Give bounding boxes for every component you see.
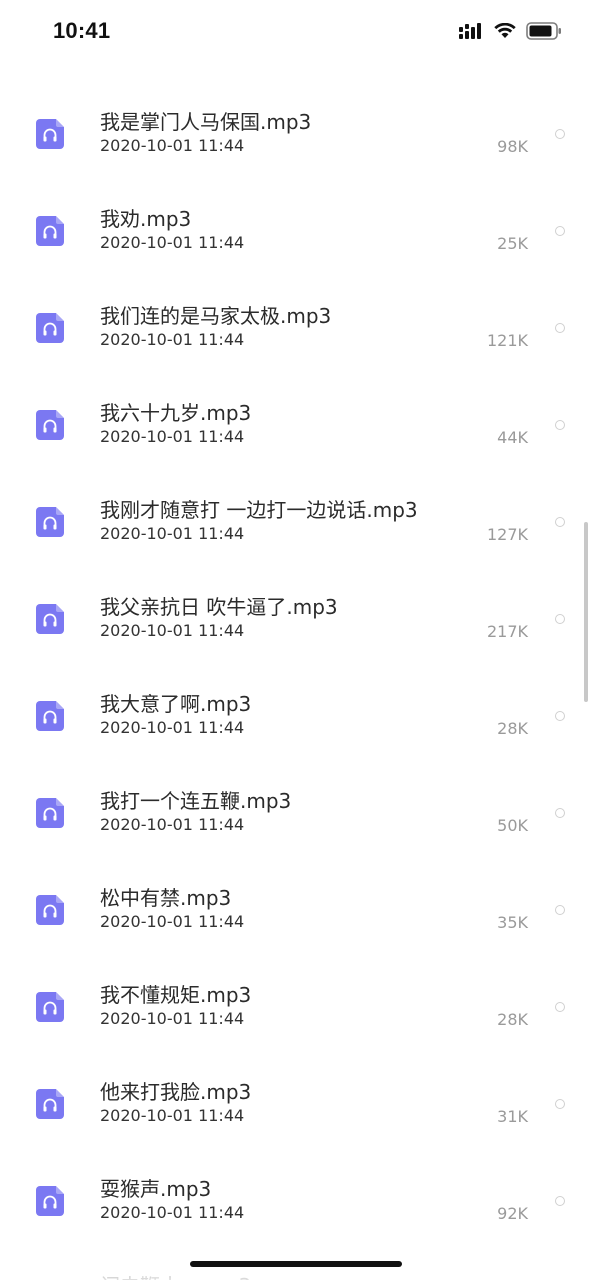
file-row[interactable]: 我劝.mp3 2020-10-01 11:44 25K	[0, 163, 592, 260]
file-size: 217K	[486, 622, 528, 641]
file-name: 我刚才随意打 一边打一边说话.mp3	[100, 498, 418, 522]
file-row[interactable]: 我们连的是马家太极.mp3 2020-10-01 11:44 121K	[0, 260, 592, 357]
file-name: 松中有禁.mp3	[100, 886, 232, 910]
file-date: 2020-10-01 11:44	[100, 233, 245, 252]
file-row[interactable]: 闪电鞭十一.mp3	[0, 1230, 592, 1280]
file-date: 2020-10-01 11:44	[100, 718, 245, 737]
audio-file-icon	[36, 992, 64, 1022]
select-radio[interactable]	[555, 1099, 565, 1109]
audio-file-icon	[36, 798, 64, 828]
audio-file-icon	[36, 507, 64, 537]
file-row[interactable]: 我是掌门人马保国.mp3 2020-10-01 11:44 98K	[0, 66, 592, 163]
file-row[interactable]: 松中有禁.mp3 2020-10-01 11:44 35K	[0, 842, 592, 939]
file-date: 2020-10-01 11:44	[100, 136, 245, 155]
file-date: 2020-10-01 11:44	[100, 330, 245, 349]
file-size: 44K	[497, 428, 528, 447]
file-name: 我父亲抗日 吹牛逼了.mp3	[100, 595, 338, 619]
select-radio[interactable]	[555, 1002, 565, 1012]
file-date: 2020-10-01 11:44	[100, 621, 245, 640]
file-name: 我大意了啊.mp3	[100, 692, 252, 716]
file-row[interactable]: 他来打我脸.mp3 2020-10-01 11:44 31K	[0, 1036, 592, 1133]
file-size: 121K	[486, 331, 528, 350]
audio-file-icon	[36, 604, 64, 634]
file-size: 28K	[497, 719, 528, 738]
select-radio[interactable]	[555, 808, 565, 818]
select-radio[interactable]	[555, 614, 565, 624]
select-radio[interactable]	[555, 517, 565, 527]
file-date: 2020-10-01 11:44	[100, 427, 245, 446]
wifi-icon	[494, 23, 516, 38]
file-size: 50K	[497, 816, 528, 835]
audio-file-icon	[36, 1089, 64, 1119]
file-row[interactable]: 我六十九岁.mp3 2020-10-01 11:44 44K	[0, 357, 592, 454]
status-icons	[458, 22, 562, 40]
battery-icon	[526, 22, 561, 40]
file-row[interactable]: 我不懂规矩.mp3 2020-10-01 11:44 28K	[0, 939, 592, 1036]
select-radio[interactable]	[555, 420, 565, 430]
file-list[interactable]: 我是掌门人马保国.mp3 2020-10-01 11:44 98K 我劝.mp3 202…	[0, 66, 592, 1280]
file-date: 2020-10-01 11:44	[100, 1009, 245, 1028]
audio-file-icon	[36, 119, 64, 149]
file-date: 2020-10-01 11:44	[100, 1203, 245, 1222]
file-name: 我不懂规矩.mp3	[100, 983, 252, 1007]
file-date: 2020-10-01 11:44	[100, 524, 245, 543]
select-radio[interactable]	[555, 905, 565, 915]
file-name: 我是掌门人马保国.mp3	[100, 110, 312, 134]
file-size: 28K	[497, 1010, 528, 1029]
file-size: 25K	[497, 234, 528, 253]
select-radio[interactable]	[555, 129, 565, 139]
file-row[interactable]: 我刚才随意打 一边打一边说话.mp3 2020-10-01 11:44 127K	[0, 454, 592, 551]
home-indicator[interactable]	[190, 1261, 402, 1267]
select-radio[interactable]	[555, 1196, 565, 1206]
file-name: 耍猴声.mp3	[100, 1177, 212, 1201]
file-size: 31K	[497, 1107, 528, 1126]
select-radio[interactable]	[555, 226, 565, 236]
file-date: 2020-10-01 11:44	[100, 1106, 245, 1125]
audio-file-icon	[36, 701, 64, 731]
status-bar: 10:41	[0, 0, 592, 66]
file-name: 闪电鞭十一.mp3	[100, 1270, 251, 1280]
file-name: 我们连的是马家太极.mp3	[100, 304, 332, 328]
file-size: 35K	[497, 913, 528, 932]
audio-file-icon	[36, 410, 64, 440]
file-row[interactable]: 我父亲抗日 吹牛逼了.mp3 2020-10-01 11:44 217K	[0, 551, 592, 648]
file-row[interactable]: 我打一个连五鞭.mp3 2020-10-01 11:44 50K	[0, 745, 592, 842]
select-radio[interactable]	[555, 323, 565, 333]
file-size: 127K	[486, 525, 528, 544]
file-date: 2020-10-01 11:44	[100, 912, 245, 931]
audio-file-icon	[36, 313, 64, 343]
file-row[interactable]: 我大意了啊.mp3 2020-10-01 11:44 28K	[0, 648, 592, 745]
file-date: 2020-10-01 11:44	[100, 815, 245, 834]
scroll-indicator[interactable]	[584, 522, 588, 702]
select-radio[interactable]	[555, 711, 565, 721]
file-name: 他来打我脸.mp3	[100, 1080, 252, 1104]
file-size: 98K	[497, 137, 528, 156]
file-row[interactable]: 耍猴声.mp3 2020-10-01 11:44 92K	[0, 1133, 592, 1230]
audio-file-icon	[36, 1186, 64, 1216]
signal-icon	[459, 23, 481, 39]
file-name: 我劝.mp3	[100, 207, 192, 231]
audio-file-icon	[36, 216, 64, 246]
file-name: 我六十九岁.mp3	[100, 401, 252, 425]
file-size: 92K	[497, 1204, 528, 1223]
status-time: 10:41	[53, 18, 111, 43]
audio-file-icon	[36, 895, 64, 925]
file-name: 我打一个连五鞭.mp3	[100, 789, 292, 813]
